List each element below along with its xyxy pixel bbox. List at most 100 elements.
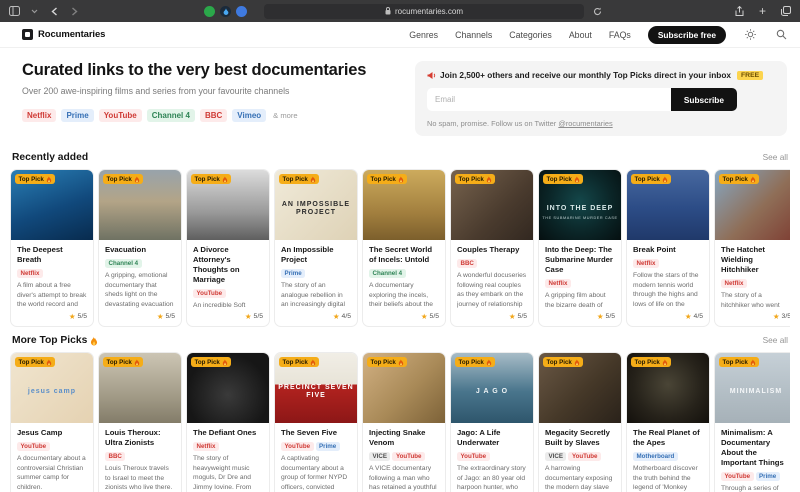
documentary-card[interactable]: Top Pick The Secret World of Incels: Unt…	[362, 169, 446, 327]
card-title: Jago: A Life Underwater	[457, 428, 527, 448]
thumbnail-title-text: jesus camp	[25, 388, 79, 396]
channel-badges: VICEYouTube	[369, 452, 439, 461]
see-all-link[interactable]: See all	[763, 152, 788, 162]
thumbnail-subtitle-text: THE SUBMARINE MURDER CASE	[539, 216, 621, 220]
search-icon[interactable]	[774, 28, 788, 42]
share-icon[interactable]	[733, 5, 746, 18]
card-description: Through a series of interviews with neur…	[721, 484, 790, 492]
theme-toggle-sun-icon[interactable]	[743, 28, 757, 42]
documentary-card[interactable]: Top Pick The Deepest Breath Netflix A fi…	[10, 169, 94, 327]
documentary-card[interactable]: AN IMPOSSIBLE PROJECT Top Pick An Imposs…	[274, 169, 358, 327]
documentary-card[interactable]: Top Pick Louis Theroux: Ultra Zionists B…	[98, 352, 182, 492]
rating: ★ 5/5	[245, 310, 263, 321]
channel-chip[interactable]: BBC	[200, 109, 227, 122]
extension-icon-blue[interactable]	[236, 6, 247, 17]
top-pick-badge: Top Pick	[367, 174, 407, 184]
top-pick-label: Top Pick	[459, 359, 484, 366]
cards-section: More Top Picks See all jesus camp Top Pi…	[10, 335, 790, 492]
chevron-down-icon[interactable]	[28, 5, 41, 18]
rating: ★ 4/5	[333, 310, 351, 321]
documentary-card[interactable]: PRECINCT SEVEN FIVE Top Pick The Seven F…	[274, 352, 358, 492]
channel-badges: BBC	[457, 259, 527, 268]
hero-left: Curated links to the very best documenta…	[22, 61, 366, 136]
nav-item-categories[interactable]: Categories	[509, 30, 552, 40]
see-all-link[interactable]: See all	[763, 335, 788, 345]
documentary-card[interactable]: Top Pick The Real Planet of the Apes Mot…	[626, 352, 710, 492]
top-pick-badge: Top Pick	[103, 357, 143, 367]
documentary-card[interactable]: Top Pick The Hatchet Wielding Hitchhiker…	[714, 169, 790, 327]
documentary-card[interactable]: Top Pick Couples Therapy BBC A wonderful…	[450, 169, 534, 327]
newsletter-headline-row: Join 2,500+ others and receive our month…	[427, 70, 775, 80]
forward-icon[interactable]	[68, 5, 81, 18]
card-title: The Defiant Ones	[193, 428, 263, 438]
documentary-card[interactable]: jesus camp Top Pick Jesus Camp YouTube A…	[10, 352, 94, 492]
top-pick-label: Top Pick	[723, 176, 748, 183]
card-body: Into the Deep: The Submarine Murder Case…	[539, 240, 621, 326]
rating: ★ 5/5	[157, 310, 175, 321]
documentary-card[interactable]: Top Pick A Divorce Attorney's Thoughts o…	[186, 169, 270, 327]
channel-chip[interactable]: Vimeo	[232, 109, 266, 122]
documentary-card[interactable]: Top Pick The Defiant Ones Netflix The st…	[186, 352, 270, 492]
tabs-icon[interactable]	[779, 5, 792, 18]
site-logo[interactable]: Rocumentaries	[22, 29, 105, 40]
star-icon: ★	[333, 313, 340, 321]
documentary-card[interactable]: MINIMALISM Top Pick Minimalism: A Docume…	[714, 352, 790, 492]
channel-chip[interactable]: Channel 4	[147, 109, 195, 122]
star-icon: ★	[421, 313, 428, 321]
subscribe-button[interactable]: Subscribe	[671, 88, 737, 111]
star-icon: ★	[509, 313, 516, 321]
top-pick-label: Top Pick	[19, 176, 44, 183]
thumbnail: Top Pick	[363, 170, 445, 240]
documentary-card[interactable]: J A G O Top Pick Jago: A Life Underwater…	[450, 352, 534, 492]
documentary-card[interactable]: INTO THE DEEP THE SUBMARINE MURDER CASE …	[538, 169, 622, 327]
newsletter-form: Subscribe	[427, 88, 737, 111]
rating: ★ 5/5	[597, 310, 615, 321]
nav-item-channels[interactable]: Channels	[455, 30, 492, 40]
nav-item-faqs[interactable]: FAQs	[609, 30, 631, 40]
channel-badges: Netflix	[545, 279, 615, 288]
new-tab-icon[interactable]: +	[756, 5, 769, 18]
fire-icon	[486, 359, 492, 366]
channel-badge: YouTube	[721, 472, 754, 481]
channel-chip[interactable]: Prime	[61, 109, 93, 122]
reload-icon[interactable]	[591, 5, 604, 18]
card-title: The Hatchet Wielding Hitchhiker	[721, 245, 790, 275]
channel-chip[interactable]: YouTube	[99, 109, 142, 122]
card-description: A wonderful docuseries following real co…	[457, 271, 527, 310]
email-field[interactable]	[427, 88, 671, 111]
channel-badges: YouTubePrime	[281, 442, 351, 451]
channel-badge: VICE	[369, 452, 390, 461]
documentary-card[interactable]: Top Pick Megacity Secretly Built by Slav…	[538, 352, 622, 492]
channel-badges: YouTubePrime	[721, 472, 790, 481]
channel-badge: Netflix	[721, 279, 747, 288]
extension-icon-green[interactable]	[204, 6, 215, 17]
documentary-card[interactable]: Top Pick Injecting Snake Venom VICEYouTu…	[362, 352, 446, 492]
card-body: A Divorce Attorney's Thoughts on Marriag…	[187, 240, 269, 326]
twitter-link[interactable]: @rocumentaries	[558, 119, 612, 128]
nav-item-genres[interactable]: Genres	[409, 30, 438, 40]
channel-chip[interactable]: Netflix	[22, 109, 56, 122]
card-title: A Divorce Attorney's Thoughts on Marriag…	[193, 245, 263, 285]
documentary-card[interactable]: Top Pick Evacuation Channel 4 A gripping…	[98, 169, 182, 327]
rating-value: 5/5	[254, 313, 263, 320]
card-body: An Impossible Project Prime The story of…	[275, 240, 357, 326]
channel-badges: VICEYouTube	[545, 452, 615, 461]
extension-icon-droplet[interactable]	[220, 6, 231, 17]
sidebar-toggle-icon[interactable]	[8, 5, 21, 18]
subscribe-free-button[interactable]: Subscribe free	[648, 26, 726, 44]
address-bar[interactable]: rocumentaries.com	[264, 4, 584, 19]
page-subtitle: Over 200 awe-inspiring films and series …	[22, 86, 366, 96]
thumbnail: Top Pick	[187, 353, 269, 423]
top-pick-badge: Top Pick	[279, 174, 319, 184]
star-icon: ★	[245, 313, 252, 321]
star-icon: ★	[157, 313, 164, 321]
card-title: The Secret World of Incels: Untold	[369, 245, 439, 265]
back-icon[interactable]	[48, 5, 61, 18]
browser-actions: +	[733, 5, 792, 18]
nav-item-about[interactable]: About	[569, 30, 592, 40]
documentary-card[interactable]: Top Pick Break Point Netflix Follow the …	[626, 169, 710, 327]
thumbnail: Top Pick	[627, 170, 709, 240]
channel-badge: Prime	[281, 269, 305, 278]
channel-badge: YouTube	[568, 452, 601, 461]
top-pick-label: Top Pick	[723, 359, 748, 366]
